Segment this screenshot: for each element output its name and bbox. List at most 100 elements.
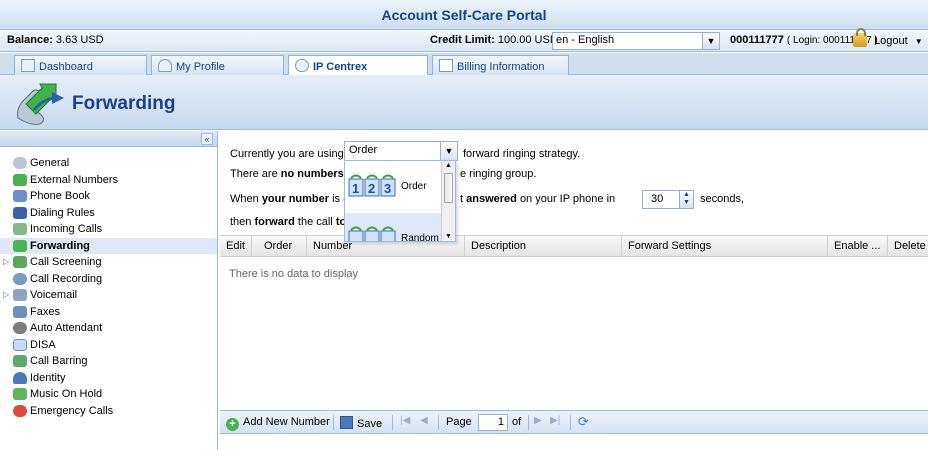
sidebar-item-music-on-hold[interactable]: Music On Hold (0, 386, 217, 403)
column-enable[interactable]: Enable ... (828, 236, 888, 257)
strategy-option-order[interactable]: 1 2 3 Order (345, 161, 455, 213)
sidebar-nav: General External Numbers Phone Book Dial… (0, 147, 217, 419)
column-description[interactable]: Description (465, 236, 622, 257)
strategy-select[interactable]: Order ▼ (344, 141, 458, 161)
logout-button[interactable]: Logout ▼ (853, 28, 923, 47)
balance: Balance: 3.63 USD (7, 34, 104, 46)
sidebar-item-dialing-rules[interactable]: Dialing Rules (0, 205, 217, 222)
numbers-icon (13, 173, 27, 186)
toolbar-separator (570, 415, 571, 430)
emergency-icon (13, 404, 27, 417)
numbers-grid-header: Edit Order Number Description Forward Se… (220, 235, 928, 257)
sidebar: « General External Numbers Phone Book Di… (0, 131, 218, 450)
column-edit[interactable]: Edit (220, 236, 252, 257)
gear-icon (295, 59, 309, 72)
tab-my-profile[interactable]: My Profile (151, 55, 284, 75)
page-number-input[interactable]: 1 (478, 414, 508, 431)
chevron-down-icon[interactable]: ▼ (445, 233, 452, 240)
page-of-label: of (512, 416, 522, 428)
sidebar-item-disa[interactable]: DISA (0, 337, 217, 354)
sidebar-item-emergency-calls[interactable]: Emergency Calls (0, 403, 217, 420)
gear-icon (13, 157, 27, 169)
chevron-down-icon[interactable]: ▼ (702, 33, 719, 49)
scrollbar-thumb[interactable] (444, 173, 453, 203)
order-123-icon: 1 2 3 (348, 174, 396, 197)
lock-icon (853, 28, 867, 47)
language-select[interactable]: en - English ▼ (552, 32, 720, 50)
expand-icon[interactable]: ▷ (3, 287, 9, 303)
call-recording-icon (13, 272, 27, 285)
column-order[interactable]: Order (252, 236, 307, 257)
tab-billing-information[interactable]: Billing Information (432, 55, 569, 75)
sidebar-item-auto-attendant[interactable]: Auto Attendant (0, 320, 217, 337)
strategy-dropdown-list: 1 2 3 Order Random ▲ ▼ (344, 160, 456, 242)
sidebar-item-call-screening[interactable]: ▷ Call Screening (0, 254, 217, 271)
chevron-down-icon: ▼ (914, 37, 923, 46)
incoming-calls-icon (13, 223, 27, 235)
toolbar-separator (528, 415, 529, 430)
grid-toolbar: + Add New Number Save |◀ ◀ Page 1 of ▶ ▶|… (220, 410, 928, 434)
document-icon (439, 59, 453, 72)
forwarding-icon (13, 239, 27, 252)
window-title: Account Self-Care Portal (0, 0, 928, 30)
last-page-icon[interactable]: ▶| (550, 415, 560, 426)
sidebar-item-faxes[interactable]: Faxes (0, 304, 217, 321)
dropdown-scrollbar[interactable]: ▲ ▼ (441, 161, 455, 241)
chevron-down-icon[interactable]: ▼ (440, 142, 457, 160)
svg-text:1: 1 (352, 181, 359, 196)
phonebook-icon (13, 190, 27, 202)
prev-page-icon[interactable]: ◀ (420, 415, 428, 426)
call-barring-icon (13, 355, 27, 367)
sidebar-item-external-numbers[interactable]: External Numbers (0, 172, 217, 189)
sidebar-item-general[interactable]: General (0, 155, 217, 172)
fax-icon (13, 305, 27, 318)
dashboard-icon (21, 59, 35, 72)
credit-limit: Credit Limit: 100.00 USD (430, 34, 558, 46)
main-tabs: Dashboard My Profile IP Centrex Billing … (0, 53, 928, 76)
column-forward-settings[interactable]: Forward Settings (622, 236, 828, 257)
seconds-spinner[interactable]: 30 ▲ ▼ (642, 190, 694, 209)
toolbar-separator (438, 415, 439, 430)
spinner-icon[interactable]: ▲ ▼ (679, 191, 693, 208)
refresh-icon[interactable]: ⟳ (578, 414, 589, 430)
collapse-icon[interactable]: « (201, 133, 213, 145)
disa-icon (13, 338, 27, 351)
tab-ip-centrex[interactable]: IP Centrex (288, 55, 428, 76)
expand-icon[interactable]: ▷ (3, 254, 9, 270)
music-icon (13, 388, 27, 400)
sidebar-item-phone-book[interactable]: Phone Book (0, 188, 217, 205)
ringing-group-line: There are no numbers (230, 168, 344, 180)
sidebar-item-incoming-calls[interactable]: Incoming Calls (0, 221, 217, 238)
add-new-number-button[interactable]: + Add New Number (226, 416, 330, 431)
chevron-up-icon[interactable]: ▲ (445, 162, 452, 169)
strategy-option-random[interactable]: Random (345, 213, 455, 241)
save-button[interactable]: Save (340, 416, 382, 430)
tab-dashboard[interactable]: Dashboard (14, 55, 147, 75)
sidebar-item-call-recording[interactable]: Call Recording (0, 271, 217, 288)
page-label: Page (446, 416, 472, 428)
strategy-line: Currently you are using (230, 148, 344, 160)
voicemail-icon (13, 289, 27, 301)
sidebar-item-identity[interactable]: Identity (0, 370, 217, 387)
toolbar-separator (333, 415, 334, 430)
sidebar-header: « (0, 131, 217, 147)
account-status-bar: Balance: 3.63 USD Credit Limit: 100.00 U… (0, 28, 928, 52)
sidebar-item-voicemail[interactable]: ▷ Voicemail (0, 287, 217, 304)
random-icon (348, 226, 396, 241)
auto-attendant-icon (13, 322, 27, 334)
toolbar-separator (392, 415, 393, 430)
call-screening-icon (13, 256, 27, 268)
user-icon (158, 59, 172, 72)
sidebar-item-call-barring[interactable]: Call Barring (0, 353, 217, 370)
add-icon: + (226, 418, 239, 431)
save-icon (340, 416, 353, 429)
forwarding-icon (17, 83, 64, 125)
sidebar-item-forwarding[interactable]: Forwarding (0, 237, 217, 254)
empty-grid-message: There is no data to display (229, 268, 359, 280)
first-page-icon[interactable]: |◀ (400, 415, 410, 426)
svg-text:3: 3 (384, 181, 391, 196)
strategy-suffix: forward ringing strategy. (463, 148, 581, 160)
next-page-icon[interactable]: ▶ (534, 415, 542, 426)
column-delete[interactable]: Delete (888, 236, 928, 257)
svg-text:2: 2 (368, 181, 375, 196)
